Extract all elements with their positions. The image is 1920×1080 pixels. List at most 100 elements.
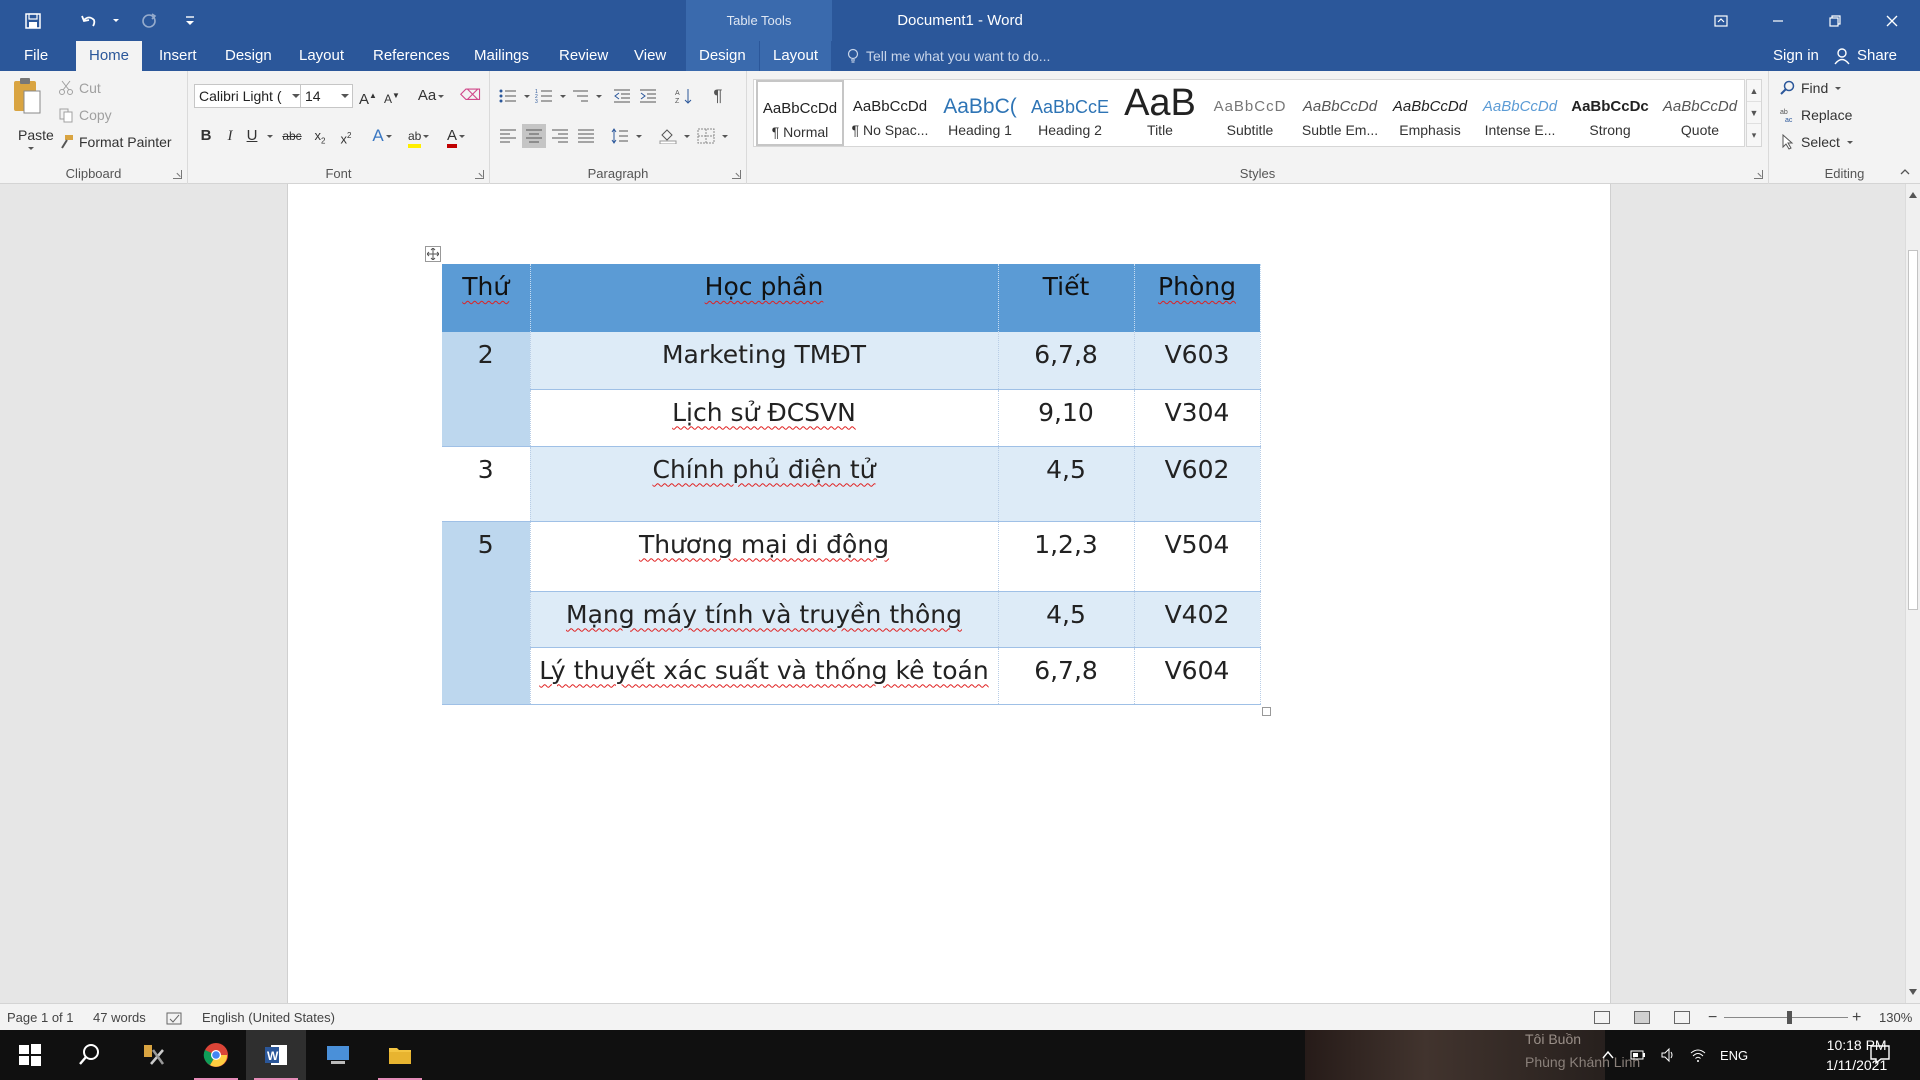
page-count[interactable]: Page 1 of 1 bbox=[7, 1004, 74, 1031]
header-cell[interactable]: Tiết bbox=[998, 264, 1135, 332]
schedule-table[interactable]: Thứ Học phần Tiết Phòng 2 Marketing TMĐT… bbox=[442, 264, 1261, 705]
read-mode-icon[interactable] bbox=[1594, 1011, 1610, 1024]
gallery-up-icon[interactable]: ▲ bbox=[1747, 80, 1761, 102]
styles-gallery-scroll[interactable]: ▲ ▼ ▾ bbox=[1746, 79, 1762, 147]
gallery-more-icon[interactable]: ▾ bbox=[1747, 124, 1761, 146]
table-cell[interactable]: Mạng máy tính và truyền thông bbox=[530, 591, 999, 648]
bullets-dropdown[interactable] bbox=[524, 95, 530, 98]
gallery-down-icon[interactable]: ▼ bbox=[1747, 102, 1761, 124]
multilevel-dropdown[interactable] bbox=[596, 95, 602, 98]
wifi-icon[interactable] bbox=[1690, 1047, 1706, 1063]
input-language[interactable]: ENG bbox=[1720, 1048, 1748, 1063]
italic-button[interactable]: I bbox=[220, 124, 240, 148]
search-button[interactable] bbox=[60, 1030, 120, 1080]
font-family-combo[interactable]: Calibri Light ( bbox=[194, 84, 304, 108]
borders-button[interactable] bbox=[694, 124, 718, 148]
tab-review[interactable]: Review bbox=[546, 41, 621, 71]
taskbar-file-explorer[interactable] bbox=[370, 1030, 430, 1080]
volume-icon[interactable] bbox=[1660, 1047, 1676, 1063]
underline-button[interactable]: U bbox=[242, 124, 262, 148]
customize-qat-button[interactable] bbox=[180, 0, 200, 41]
tab-table-layout[interactable]: Layout bbox=[760, 41, 832, 71]
table-cell[interactable]: Thương mại di động bbox=[530, 521, 999, 592]
styles-launcher[interactable] bbox=[1754, 170, 1763, 179]
multilevel-list-button[interactable] bbox=[568, 84, 592, 108]
tab-table-design[interactable]: Design bbox=[686, 41, 759, 71]
zoom-out-button[interactable]: − bbox=[1708, 1004, 1717, 1031]
table-cell[interactable]: 9,10 bbox=[998, 389, 1135, 447]
highlight-button[interactable]: ab bbox=[408, 124, 430, 148]
table-cell[interactable]: 4,5 bbox=[998, 591, 1135, 648]
style-subtitle[interactable]: AaBbCcD Subtitle bbox=[1206, 80, 1294, 146]
shading-button[interactable] bbox=[656, 124, 680, 148]
show-formatting-marks-button[interactable]: ¶ bbox=[706, 84, 730, 108]
copy-button[interactable]: Copy bbox=[58, 104, 112, 126]
shrink-font-button[interactable]: A▼ bbox=[382, 84, 402, 108]
tab-home[interactable]: Home bbox=[76, 41, 143, 71]
superscript-button[interactable]: x2 bbox=[336, 124, 356, 148]
underline-dropdown[interactable] bbox=[267, 135, 273, 138]
justify-button[interactable] bbox=[574, 124, 598, 148]
align-left-button[interactable] bbox=[496, 124, 520, 148]
taskbar-word[interactable]: W bbox=[246, 1030, 306, 1080]
grow-font-button[interactable]: A▲ bbox=[358, 84, 378, 108]
tab-design[interactable]: Design bbox=[212, 41, 285, 71]
tab-view[interactable]: View bbox=[621, 41, 679, 71]
text-effects-button[interactable]: A bbox=[372, 124, 392, 148]
proofing-icon[interactable] bbox=[166, 1004, 184, 1031]
format-painter-button[interactable]: Format Painter bbox=[58, 131, 172, 153]
clear-formatting-icon[interactable]: ⌫ bbox=[460, 84, 481, 108]
style-title[interactable]: AaB Title bbox=[1116, 80, 1204, 146]
web-layout-icon[interactable] bbox=[1674, 1011, 1690, 1024]
style-heading-1[interactable]: AaBbC( Heading 1 bbox=[936, 80, 1024, 146]
undo-button[interactable] bbox=[70, 0, 108, 41]
table-cell[interactable]: 6,7,8 bbox=[998, 647, 1135, 705]
header-cell[interactable]: Phòng bbox=[1134, 264, 1261, 332]
font-launcher[interactable] bbox=[475, 170, 484, 179]
borders-dropdown[interactable] bbox=[722, 135, 728, 138]
table-cell[interactable]: V504 bbox=[1134, 521, 1261, 592]
tab-layout[interactable]: Layout bbox=[286, 41, 357, 71]
table-cell[interactable]: 6,7,8 bbox=[998, 332, 1135, 390]
table-cell[interactable]: 3 bbox=[442, 446, 531, 522]
style-emphasis[interactable]: AaBbCcDd Emphasis bbox=[1386, 80, 1474, 146]
line-spacing-dropdown[interactable] bbox=[636, 135, 642, 138]
vertical-scrollbar[interactable] bbox=[1905, 184, 1920, 1003]
style-no-spacing[interactable]: AaBbCcDd ¶ No Spac... bbox=[846, 80, 934, 146]
bold-button[interactable]: B bbox=[196, 124, 216, 148]
style-subtle-emphasis[interactable]: AaBbCcDd Subtle Em... bbox=[1296, 80, 1384, 146]
table-resize-handle[interactable] bbox=[1262, 707, 1271, 716]
table-move-handle[interactable] bbox=[425, 246, 441, 262]
font-color-button[interactable]: A bbox=[446, 124, 466, 148]
increase-indent-button[interactable] bbox=[636, 84, 660, 108]
zoom-slider[interactable] bbox=[1724, 1017, 1848, 1018]
chevron-up-icon[interactable] bbox=[1600, 1047, 1616, 1063]
header-cell[interactable]: Học phần bbox=[530, 264, 999, 332]
taskbar-app[interactable] bbox=[308, 1030, 368, 1080]
print-layout-icon[interactable] bbox=[1634, 1011, 1650, 1024]
sign-in-link[interactable]: Sign in bbox=[1773, 41, 1819, 71]
paste-button[interactable]: Paste bbox=[8, 77, 54, 157]
zoom-slider-thumb[interactable] bbox=[1787, 1011, 1792, 1024]
notifications-icon[interactable] bbox=[1868, 1042, 1892, 1066]
clipboard-launcher[interactable] bbox=[173, 170, 182, 179]
cut-button[interactable]: Cut bbox=[58, 77, 101, 99]
find-button[interactable]: Find bbox=[1780, 77, 1842, 99]
paste-options-arrow[interactable] bbox=[28, 147, 34, 150]
restore-button[interactable] bbox=[1806, 0, 1863, 41]
table-cell[interactable]: V602 bbox=[1134, 446, 1261, 522]
replace-button[interactable]: ab ac Replace bbox=[1780, 104, 1852, 126]
change-case-button[interactable]: Aa bbox=[414, 84, 448, 108]
table-cell[interactable]: 2 bbox=[442, 332, 531, 447]
paragraph-launcher[interactable] bbox=[732, 170, 741, 179]
taskbar-chrome[interactable] bbox=[186, 1030, 246, 1080]
table-cell[interactable]: Marketing TMĐT bbox=[530, 332, 999, 390]
table-cell[interactable]: V604 bbox=[1134, 647, 1261, 705]
minimize-button[interactable] bbox=[1749, 0, 1806, 41]
redo-button[interactable] bbox=[130, 0, 168, 41]
language-indicator[interactable]: English (United States) bbox=[202, 1004, 335, 1031]
style-normal[interactable]: AaBbCcDd ¶ Normal bbox=[756, 80, 844, 146]
select-button[interactable]: Select bbox=[1780, 131, 1853, 153]
strikethrough-button[interactable]: abc bbox=[282, 124, 302, 148]
header-cell[interactable]: Thứ bbox=[442, 264, 531, 332]
